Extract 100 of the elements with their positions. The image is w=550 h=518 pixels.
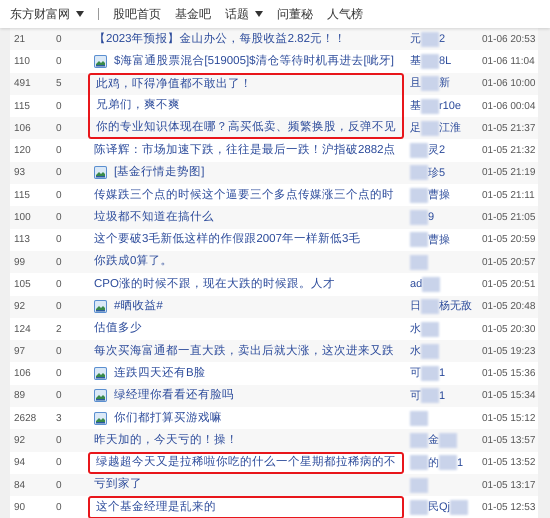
- reply-count: 0: [55, 278, 63, 292]
- blurred-author: [410, 455, 428, 470]
- post-title[interactable]: 这个基金经理是乱来的: [96, 498, 216, 516]
- post-title[interactable]: 你的专业知识体现在哪？高买低卖、频繁换股，反弹不见: [96, 118, 396, 136]
- blurred-author: [421, 54, 439, 69]
- post-title[interactable]: 估值多少: [94, 320, 142, 338]
- post-title[interactable]: 兄弟们，爽不爽: [96, 97, 180, 115]
- post-time: 01-05 21:05: [482, 211, 536, 226]
- reply-count: 0: [55, 434, 63, 448]
- author-name[interactable]: 杨无敌: [439, 298, 472, 315]
- post-time: 01-05 13:57: [482, 434, 536, 448]
- nav-link[interactable]: 问董秘: [277, 5, 313, 23]
- nav-link[interactable]: 话题: [225, 5, 263, 23]
- reply-count: 0: [55, 122, 63, 136]
- post-title[interactable]: 每次买海富通都一直大跌，卖出后就大涨，这次进来又跌: [94, 342, 394, 360]
- author-name[interactable]: r10e: [439, 98, 462, 114]
- author-name[interactable]: 灵2: [428, 142, 446, 159]
- author-name[interactable]: 民Qj: [428, 499, 450, 516]
- author-name[interactable]: 江淮: [439, 120, 461, 137]
- nav-link[interactable]: 股吧首页: [113, 5, 161, 23]
- nav-link[interactable]: 东方财富网: [10, 5, 84, 23]
- post-time: 01-06 20:53: [482, 32, 536, 47]
- reply-count: 0: [55, 166, 63, 180]
- post-time: 01-05 20:57: [482, 256, 536, 270]
- post-title[interactable]: 你们都打算买游戏嘛: [114, 410, 222, 427]
- post-time: 01-05 13:17: [482, 478, 536, 493]
- author-name[interactable]: 珍5: [428, 164, 446, 182]
- author-name[interactable]: 基: [410, 98, 421, 114]
- author-name[interactable]: 1: [439, 388, 446, 404]
- post-time: 01-05 20:51: [482, 278, 536, 292]
- reply-count: 0: [55, 256, 63, 270]
- blurred-author: [410, 232, 428, 248]
- read-count: 100: [13, 211, 32, 226]
- author-name[interactable]: 金: [428, 432, 439, 449]
- blurred-author: [439, 432, 457, 448]
- reply-count: 3: [55, 412, 63, 426]
- post-time: 01-05 15:12: [482, 412, 536, 426]
- post-time: 01-05 12:53: [482, 500, 536, 515]
- post-title[interactable]: 亏到家了: [94, 476, 142, 494]
- post-title[interactable]: #晒收益#: [114, 298, 163, 316]
- author-name[interactable]: 可: [410, 365, 421, 382]
- post-title[interactable]: 你跌成0算了。: [94, 253, 172, 271]
- author-name[interactable]: 1: [457, 454, 464, 472]
- author-name[interactable]: 曹操: [428, 232, 450, 248]
- blurred-author: [410, 188, 428, 203]
- post-title[interactable]: 此鸡，吓得净值都不敢出了！: [96, 76, 252, 94]
- post-title[interactable]: 昨天加的，今天亏的！操！: [94, 432, 238, 450]
- post-title[interactable]: 这个要破3毛新低这样的作假跟2007年一样新低3毛: [94, 231, 360, 248]
- author-name[interactable]: 新: [439, 75, 450, 92]
- post-title[interactable]: 绿经理你看看还有脸吗: [114, 387, 234, 405]
- author-name[interactable]: 9: [428, 209, 434, 226]
- author-name[interactable]: 水: [410, 343, 421, 360]
- read-count: 99: [13, 256, 26, 270]
- blurred-author: [421, 299, 439, 314]
- author-name[interactable]: ad: [410, 276, 422, 293]
- blurred-author: [410, 478, 428, 493]
- author-name[interactable]: 且: [410, 75, 421, 92]
- reply-count: 0: [55, 389, 63, 404]
- post-title[interactable]: 传媒跌三个点的时候这个逼要三个多点传媒涨三个点的时: [94, 186, 394, 204]
- author-name[interactable]: 足: [410, 120, 421, 137]
- author-name[interactable]: 8L: [439, 53, 452, 70]
- read-count: 106: [13, 367, 32, 382]
- post-title[interactable]: 陈译辉：市场加速下跌，往往是最后一跌！沪指破2882点: [94, 142, 396, 160]
- reply-count: 0: [55, 32, 63, 47]
- author-name[interactable]: 日: [410, 298, 421, 315]
- blurred-author: [410, 143, 428, 158]
- blurred-author: [422, 276, 440, 292]
- blurred-author: [410, 210, 428, 226]
- author-name[interactable]: 可: [410, 388, 421, 404]
- blurred-author: [439, 455, 457, 470]
- post-title[interactable]: [基金行情走势图]: [114, 164, 204, 182]
- post-title[interactable]: $海富通股票混合[519005]$清仓等待时机再进去[呲牙]: [114, 52, 394, 70]
- blurred-author: [421, 98, 439, 114]
- nav-link[interactable]: 基金吧: [175, 5, 211, 23]
- post-title[interactable]: 垃圾都不知道在搞什么: [94, 208, 214, 226]
- caret-icon: [76, 11, 84, 17]
- post-title[interactable]: 绿越超今天又是拉稀啦你吃的什么一个星期都拉稀病的不: [96, 454, 396, 472]
- read-count: 94: [13, 456, 26, 470]
- post-title[interactable]: 【2023年预报】金山办公，每股收益2.82元！！: [94, 30, 346, 48]
- read-count: 92: [13, 300, 26, 314]
- author-name[interactable]: 元: [410, 30, 421, 48]
- read-count: 84: [13, 478, 26, 493]
- author-name[interactable]: 水: [410, 320, 421, 338]
- reply-count: 0: [55, 100, 63, 114]
- blurred-author: [421, 32, 439, 47]
- author-name[interactable]: 的: [428, 454, 439, 472]
- post-title[interactable]: 连跌四天还有B脸: [114, 364, 206, 382]
- author-name[interactable]: 1: [439, 365, 446, 382]
- post-time: 01-05 15:34: [482, 389, 536, 404]
- reply-count: 0: [55, 144, 63, 158]
- post-title[interactable]: CPO涨的时候不跟，现在大跌的时候跟。人才: [94, 276, 335, 294]
- reply-count: 0: [55, 233, 63, 248]
- nav-link[interactable]: 人气榜: [327, 5, 363, 23]
- read-count: 491: [13, 77, 32, 92]
- reply-count: 0: [55, 54, 63, 69]
- caret-icon: [255, 11, 263, 17]
- author-name[interactable]: 2: [439, 30, 446, 48]
- author-name[interactable]: 曹操: [428, 186, 450, 204]
- author-name[interactable]: 基: [410, 53, 421, 70]
- post-time: 01-05 20:30: [482, 322, 536, 336]
